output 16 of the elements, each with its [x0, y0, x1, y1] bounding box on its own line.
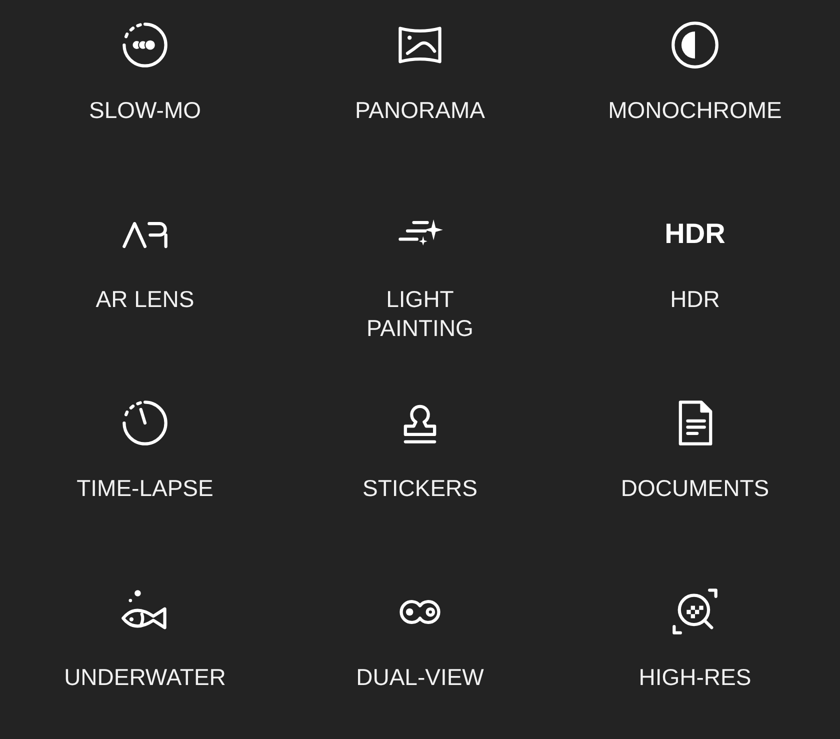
- timer-icon: [120, 398, 170, 448]
- mode-button[interactable]: AR LENS: [96, 209, 194, 314]
- mode-button[interactable]: LIGHT PAINTING: [366, 209, 474, 343]
- mode-button[interactable]: DUAL-VIEW: [356, 587, 484, 692]
- high-resolution-icon: [670, 587, 720, 637]
- mode-button[interactable]: MONOCHROME: [608, 20, 782, 125]
- mode-button[interactable]: DOCUMENTS: [620, 398, 770, 503]
- contrast-icon: [670, 20, 720, 70]
- mode-button[interactable]: PANORAMA: [355, 20, 485, 125]
- mode-button[interactable]: HDR HDR: [664, 209, 726, 314]
- slow-motion-icon: [120, 20, 170, 70]
- mode-button[interactable]: HIGH-RES: [638, 587, 752, 692]
- mode-button[interactable]: TIME-LAPSE: [76, 398, 214, 503]
- mode-button[interactable]: STICKERS: [362, 398, 478, 503]
- mode-button[interactable]: SLOW-MO: [88, 20, 202, 125]
- mode-button[interactable]: UNDERWATER: [64, 587, 226, 692]
